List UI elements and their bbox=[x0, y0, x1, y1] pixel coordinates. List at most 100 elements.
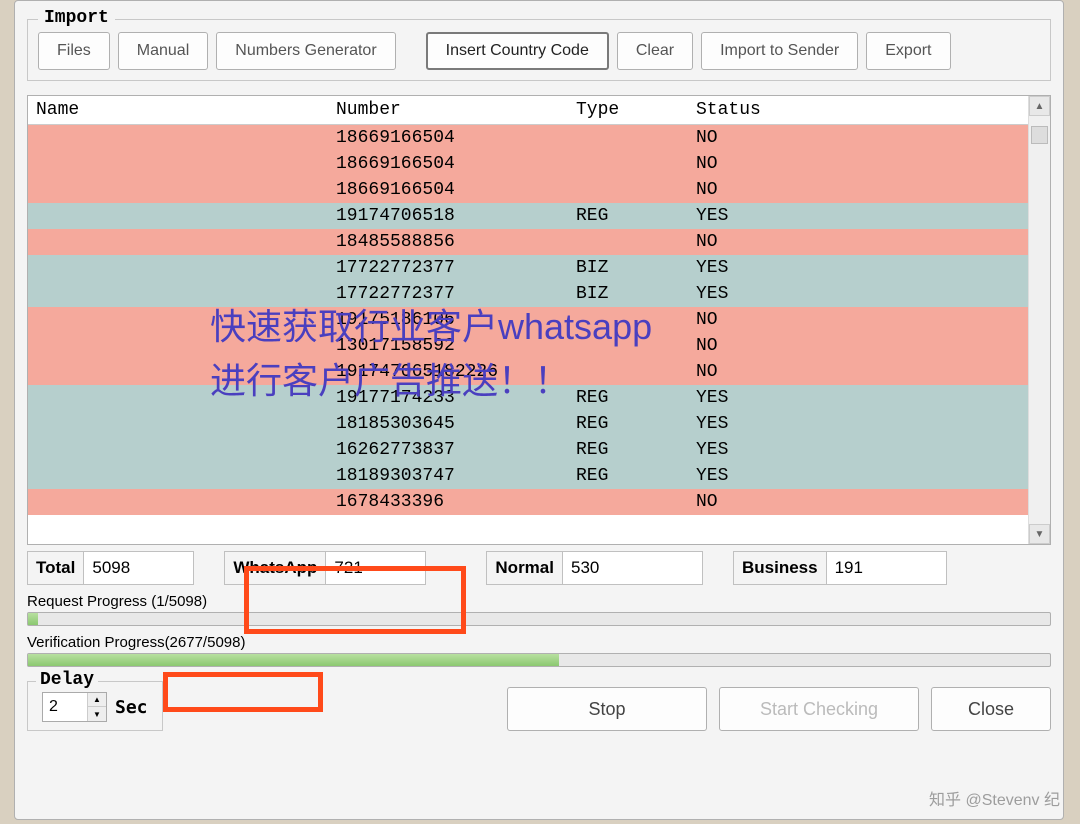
cell-status: YES bbox=[688, 281, 1028, 307]
cell-type bbox=[568, 333, 688, 359]
cell-status: YES bbox=[688, 411, 1028, 437]
cell-number: 13017158592 bbox=[328, 333, 568, 359]
total-label: Total bbox=[28, 552, 83, 584]
table-row[interactable]: 17722772377BIZYES bbox=[28, 255, 1028, 281]
cell-type: BIZ bbox=[568, 281, 688, 307]
cell-name bbox=[28, 385, 328, 411]
spin-down-icon[interactable]: ▼ bbox=[88, 707, 106, 721]
fieldset-legend: Import bbox=[38, 8, 115, 28]
cell-name bbox=[28, 307, 328, 333]
bottom-controls: Delay ▲ ▼ Sec Stop Start Checking Close bbox=[27, 681, 1051, 731]
cell-status: NO bbox=[688, 177, 1028, 203]
vertical-scrollbar[interactable]: ▲ ▼ bbox=[1028, 96, 1050, 544]
numbers-table: Name Number Type Status 18669166504 NO 186… bbox=[28, 96, 1028, 515]
whatsapp-label: WhatsApp bbox=[225, 552, 325, 584]
cell-number: 18669166504 bbox=[328, 151, 568, 177]
cell-name bbox=[28, 203, 328, 229]
col-type[interactable]: Type bbox=[568, 96, 688, 125]
cell-type bbox=[568, 229, 688, 255]
cell-type bbox=[568, 125, 688, 151]
cell-number: 18669166504 bbox=[328, 177, 568, 203]
delay-input[interactable] bbox=[43, 693, 87, 721]
request-progress-label: Request Progress (1/5098) bbox=[27, 593, 1051, 610]
import-to-sender-button[interactable]: Import to Sender bbox=[701, 32, 858, 70]
cell-name bbox=[28, 125, 328, 151]
files-button[interactable]: Files bbox=[38, 32, 110, 70]
verification-progress-fill bbox=[28, 654, 559, 666]
cell-number: 19177174233 bbox=[328, 385, 568, 411]
import-window: Import Files Manual Numbers Generator In… bbox=[14, 0, 1064, 820]
close-button[interactable]: Close bbox=[931, 687, 1051, 731]
clear-button[interactable]: Clear bbox=[617, 32, 693, 70]
col-status[interactable]: Status bbox=[688, 96, 1028, 125]
watermark: 知乎 @Stevenv 纪 bbox=[929, 786, 1060, 810]
cell-number: 18669166504 bbox=[328, 125, 568, 151]
cell-status: NO bbox=[688, 307, 1028, 333]
manual-button[interactable]: Manual bbox=[118, 32, 208, 70]
delay-unit: Sec bbox=[115, 697, 148, 718]
business-label: Business bbox=[734, 552, 826, 584]
cell-number: 19174706518 bbox=[328, 203, 568, 229]
stats-row: Total 5098 WhatsApp 721 Normal 530 Busin… bbox=[27, 551, 1051, 585]
cell-type: REG bbox=[568, 203, 688, 229]
scroll-up-icon[interactable]: ▲ bbox=[1029, 96, 1050, 116]
cell-name bbox=[28, 411, 328, 437]
export-button[interactable]: Export bbox=[866, 32, 950, 70]
cell-type bbox=[568, 151, 688, 177]
table-row[interactable]: 18669166504 NO bbox=[28, 125, 1028, 151]
table-row[interactable]: 18669166504NO bbox=[28, 151, 1028, 177]
table-row[interactable]: 19177174233REGYES bbox=[28, 385, 1028, 411]
table-row[interactable]: 18185303645REGYES bbox=[28, 411, 1028, 437]
delay-legend: Delay bbox=[36, 670, 98, 690]
cell-status: YES bbox=[688, 255, 1028, 281]
scroll-thumb[interactable] bbox=[1031, 126, 1048, 144]
cell-name bbox=[28, 255, 328, 281]
cell-name bbox=[28, 229, 328, 255]
cell-type bbox=[568, 177, 688, 203]
cell-type: REG bbox=[568, 437, 688, 463]
spin-up-icon[interactable]: ▲ bbox=[88, 693, 106, 707]
verification-progress-bar bbox=[27, 653, 1051, 667]
import-fieldset: Import Files Manual Numbers Generator In… bbox=[27, 19, 1051, 81]
cell-number: 1678433396 bbox=[328, 489, 568, 515]
cell-status: NO bbox=[688, 489, 1028, 515]
table-row[interactable]: 17722772377BIZYES bbox=[28, 281, 1028, 307]
cell-type: REG bbox=[568, 411, 688, 437]
cell-number: 19175186106 bbox=[328, 307, 568, 333]
cell-number: 18189303747 bbox=[328, 463, 568, 489]
cell-status: YES bbox=[688, 463, 1028, 489]
cell-status: NO bbox=[688, 125, 1028, 151]
cell-name bbox=[28, 489, 328, 515]
table-row[interactable]: 18485588856NO bbox=[28, 229, 1028, 255]
table-row[interactable]: 18669166504 NO bbox=[28, 177, 1028, 203]
numbers-table-container: Name Number Type Status 18669166504 NO 186… bbox=[27, 95, 1051, 545]
normal-value: 530 bbox=[562, 552, 702, 584]
delay-group: Delay ▲ ▼ Sec bbox=[27, 681, 163, 731]
total-value: 5098 bbox=[83, 552, 193, 584]
insert-country-code-button[interactable]: Insert Country Code bbox=[426, 32, 609, 70]
cell-name bbox=[28, 281, 328, 307]
scroll-down-icon[interactable]: ▼ bbox=[1029, 524, 1050, 544]
table-row[interactable]: 1678433396 NO bbox=[28, 489, 1028, 515]
table-row[interactable]: 18189303747REGYES bbox=[28, 463, 1028, 489]
table-row[interactable]: 13017158592NO bbox=[28, 333, 1028, 359]
col-name[interactable]: Name bbox=[28, 96, 328, 125]
cell-status: NO bbox=[688, 359, 1028, 385]
table-row[interactable]: 191747065182226NO bbox=[28, 359, 1028, 385]
table-row[interactable]: 16262773837REGYES bbox=[28, 437, 1028, 463]
col-number[interactable]: Number bbox=[328, 96, 568, 125]
cell-status: YES bbox=[688, 203, 1028, 229]
start-checking-button[interactable]: Start Checking bbox=[719, 687, 919, 731]
cell-type bbox=[568, 489, 688, 515]
numbers-generator-button[interactable]: Numbers Generator bbox=[216, 32, 395, 70]
stop-button[interactable]: Stop bbox=[507, 687, 707, 731]
cell-type: BIZ bbox=[568, 255, 688, 281]
cell-number: 18485588856 bbox=[328, 229, 568, 255]
whatsapp-value: 721 bbox=[325, 552, 425, 584]
request-progress-fill bbox=[28, 613, 38, 625]
business-value: 191 bbox=[826, 552, 946, 584]
request-progress-bar bbox=[27, 612, 1051, 626]
delay-spinner[interactable]: ▲ ▼ bbox=[42, 692, 107, 722]
table-row[interactable]: 19175186106 NO bbox=[28, 307, 1028, 333]
table-row[interactable]: 19174706518REGYES bbox=[28, 203, 1028, 229]
